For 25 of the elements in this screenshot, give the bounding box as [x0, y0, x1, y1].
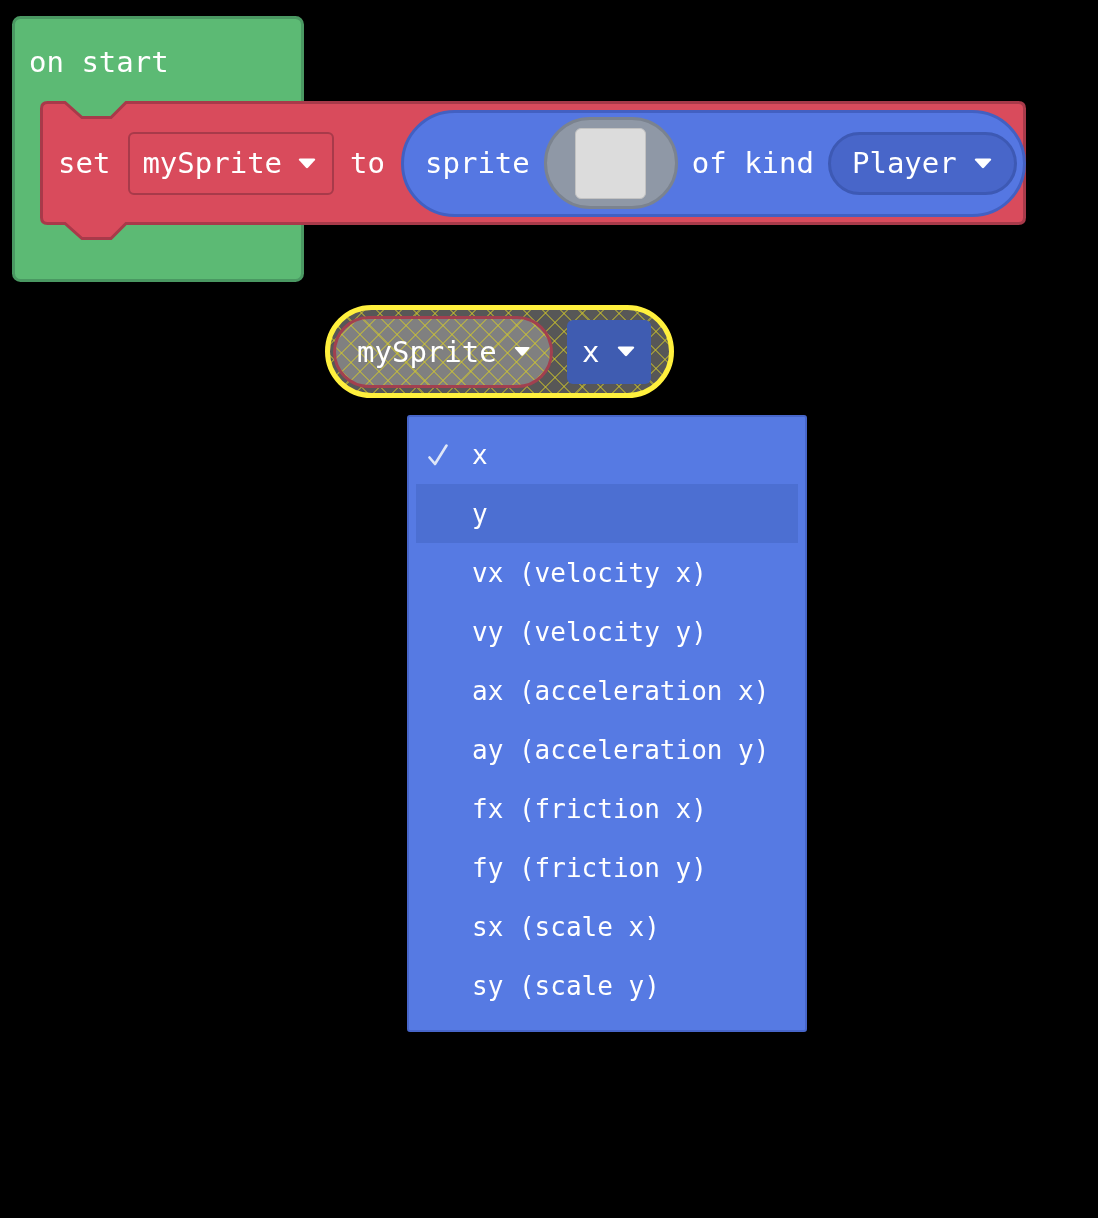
sprite-block[interactable]: sprite of kind Player [401, 109, 1026, 217]
caret-icon [973, 157, 992, 169]
set-variable-block[interactable]: set mySprite to sprite of kind Player [40, 101, 1026, 241]
menu-item[interactable]: ay (acceleration y) [416, 720, 798, 779]
menu-item[interactable]: fy (friction y) [416, 838, 798, 897]
menu-item[interactable]: vx (velocity x) [416, 543, 798, 602]
caret-icon [617, 346, 636, 357]
caret-icon [298, 157, 317, 169]
kind-dropdown[interactable]: Player [828, 131, 1017, 195]
menu-item[interactable]: sy (scale y) [416, 956, 798, 1015]
menu-item[interactable]: sx (scale x) [416, 897, 798, 956]
blank-square-icon [575, 127, 647, 199]
block-label: to [350, 146, 385, 180]
caret-icon [513, 346, 530, 357]
block-label: of kind [691, 146, 814, 180]
menu-item[interactable]: fx (friction x) [416, 779, 798, 838]
block-label: set [58, 146, 111, 180]
variable-dropdown[interactable]: mySprite [128, 131, 335, 195]
menu-item[interactable]: x [416, 425, 798, 484]
block-label: sprite [425, 146, 530, 180]
menu-item[interactable]: ax (acceleration x) [416, 661, 798, 720]
check-icon [428, 443, 448, 466]
block-label: on start [29, 45, 169, 79]
menu-item[interactable]: y [416, 484, 798, 543]
menu-item[interactable]: vy (velocity y) [416, 602, 798, 661]
